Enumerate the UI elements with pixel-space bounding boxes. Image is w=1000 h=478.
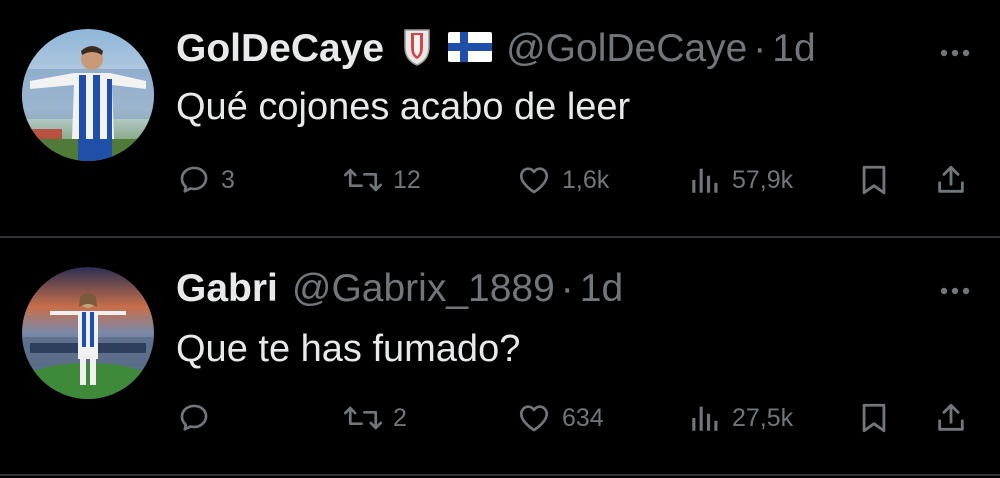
share-button[interactable] <box>934 163 968 197</box>
heart-icon <box>519 167 549 194</box>
bookmark-button[interactable] <box>857 163 891 197</box>
views-button[interactable]: 27,5k <box>688 401 793 435</box>
reply-button[interactable]: 3 <box>177 163 235 197</box>
tweet[interactable]: GolDeCaye @GolDeCaye · 1d Qué cojones ac… <box>0 0 1000 236</box>
retweet-button[interactable]: 2 <box>343 401 407 435</box>
share-icon <box>938 403 964 431</box>
tweet-text: Que te has fumado? <box>176 328 521 370</box>
views-count: 27,5k <box>732 403 794 432</box>
retweet-count: 12 <box>393 165 421 194</box>
avatar[interactable] <box>22 29 154 161</box>
like-button[interactable]: 1,6k <box>516 163 609 197</box>
user-handle[interactable]: @Gabrix_1889 <box>292 267 555 311</box>
tweet-text: Qué cojones acabo de leer <box>176 86 631 128</box>
bookmark-button[interactable] <box>857 401 891 435</box>
views-button[interactable]: 57,9k <box>688 163 793 197</box>
share-icon <box>938 165 964 193</box>
retweet-icon <box>343 168 383 192</box>
reply-icon <box>180 166 208 193</box>
separator-dot: · <box>753 27 767 70</box>
more-options-icon[interactable] <box>940 283 970 295</box>
like-count: 634 <box>562 403 604 432</box>
tweet-header: GolDeCaye @GolDeCaye · 1d <box>176 24 816 74</box>
tweet-header: Gabri @Gabrix_1889 · 1d <box>176 264 623 314</box>
views-icon <box>692 168 718 193</box>
views-count: 57,9k <box>732 165 794 194</box>
display-name[interactable]: Gabri <box>176 267 278 311</box>
share-button[interactable] <box>934 401 968 435</box>
retweet-button[interactable]: 12 <box>343 163 421 197</box>
divider <box>0 474 1000 476</box>
timestamp[interactable]: 1d <box>580 267 623 311</box>
avatar-image <box>22 267 154 399</box>
bookmark-icon <box>862 165 886 195</box>
separator-dot: · <box>560 267 574 310</box>
user-handle[interactable]: @GolDeCaye <box>506 27 747 71</box>
reply-button[interactable] <box>177 401 221 435</box>
like-button[interactable]: 634 <box>516 401 604 435</box>
display-name[interactable]: GolDeCaye <box>176 27 384 71</box>
timestamp[interactable]: 1d <box>772 27 815 71</box>
retweet-icon <box>343 406 383 430</box>
retweet-count: 2 <box>393 403 407 432</box>
bookmark-icon <box>862 403 886 433</box>
like-count: 1,6k <box>562 165 610 194</box>
club-crest-icon <box>402 27 432 72</box>
reply-icon <box>180 404 208 431</box>
finland-flag-icon <box>448 31 493 67</box>
avatar-image <box>22 29 154 161</box>
views-icon <box>692 406 718 431</box>
heart-icon <box>519 405 549 432</box>
reply-count: 3 <box>221 165 235 194</box>
more-options-icon[interactable] <box>940 45 970 57</box>
avatar[interactable] <box>22 267 154 399</box>
tweet[interactable]: Gabri @Gabrix_1889 · 1d Que te has fumad… <box>0 238 1000 474</box>
